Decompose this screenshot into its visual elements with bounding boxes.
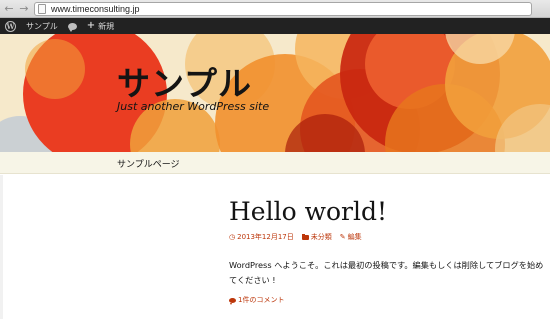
comment-icon bbox=[229, 297, 236, 305]
main-content: Hello world! ◷ 2013年12月17日 未分類 ✎ 編集 Word… bbox=[0, 175, 550, 319]
main-navigation: サンプルページ bbox=[0, 152, 550, 174]
admin-bar-comments[interactable] bbox=[63, 18, 82, 34]
post-date[interactable]: ◷ 2013年12月17日 bbox=[229, 232, 294, 242]
pencil-icon: ✎ bbox=[339, 233, 346, 241]
comments-link[interactable]: 1件のコメント bbox=[229, 295, 284, 305]
url-text: www.timeconsulting.jp bbox=[51, 3, 140, 14]
post-meta: ◷ 2013年12月17日 未分類 ✎ 編集 bbox=[229, 232, 370, 242]
admin-bar-new[interactable]: + 新規 bbox=[82, 18, 119, 34]
site-header: サンプル Just another WordPress site bbox=[0, 34, 550, 152]
nav-item-sample-page[interactable]: サンプルページ bbox=[117, 157, 180, 170]
admin-bar-new-label: 新規 bbox=[98, 21, 115, 31]
left-gutter bbox=[0, 175, 3, 319]
site-description: Just another WordPress site bbox=[117, 100, 270, 113]
admin-bar-site-name[interactable]: サンプル bbox=[21, 18, 63, 34]
post-edit-link[interactable]: ✎ 編集 bbox=[340, 232, 362, 242]
post-title[interactable]: Hello world! bbox=[229, 197, 387, 226]
wp-admin-bar: W サンプル + 新規 bbox=[0, 18, 550, 34]
comments-link-label: 1件のコメント bbox=[238, 296, 285, 304]
site-title[interactable]: サンプル bbox=[117, 57, 252, 105]
forward-arrow-icon[interactable]: → bbox=[18, 2, 30, 16]
post-category[interactable]: 未分類 bbox=[301, 232, 332, 242]
wordpress-logo-icon: W bbox=[5, 20, 16, 32]
post-body: WordPress へようこそ。これは最初の投稿です。編集もしくは削除してブログ… bbox=[229, 260, 544, 285]
browser-toolbar: ← → www.timeconsulting.jp bbox=[0, 0, 550, 18]
post-edit-label: 編集 bbox=[347, 233, 362, 241]
post-date-label: 2013年12月17日 bbox=[237, 233, 294, 241]
address-bar[interactable]: www.timeconsulting.jp bbox=[34, 1, 532, 16]
folder-icon bbox=[301, 233, 309, 240]
clock-icon: ◷ bbox=[229, 233, 236, 241]
back-arrow-icon[interactable]: ← bbox=[3, 2, 15, 16]
comment-bubble-icon bbox=[67, 22, 77, 32]
header-circles-artwork bbox=[0, 34, 550, 152]
post-category-label: 未分類 bbox=[310, 233, 332, 241]
admin-bar-site-name-label: サンプル bbox=[26, 21, 58, 31]
plus-icon: + bbox=[86, 20, 96, 31]
wp-logo-menu[interactable]: W bbox=[0, 18, 21, 34]
page-icon bbox=[38, 3, 46, 14]
